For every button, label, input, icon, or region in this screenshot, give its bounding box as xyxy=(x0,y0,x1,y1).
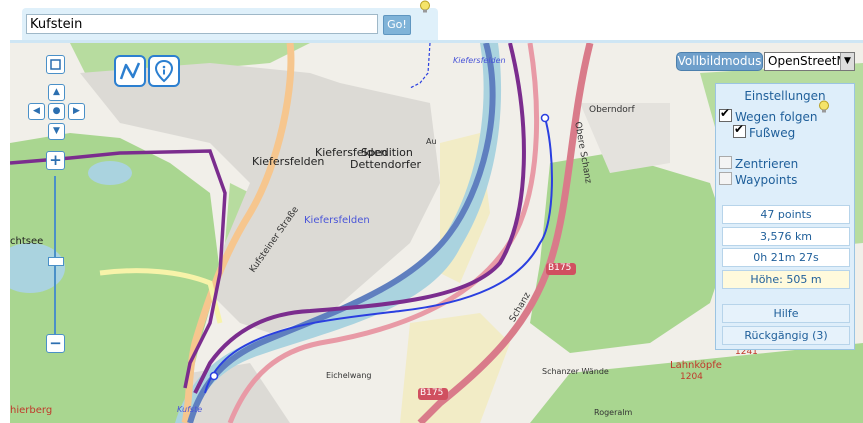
checkbox-checked[interactable]: ✔ xyxy=(719,106,732,122)
pan-left-button[interactable]: ◀ xyxy=(28,103,45,120)
option-label: Waypoints xyxy=(735,173,798,187)
pan-center-button[interactable]: ● xyxy=(48,103,65,120)
place-label: Kiefersfelden xyxy=(453,56,506,65)
lightbulb-icon[interactable] xyxy=(817,100,831,114)
zoom-extent-button[interactable] xyxy=(46,55,65,74)
zoom-out-button[interactable]: − xyxy=(46,334,65,353)
search-input[interactable] xyxy=(26,14,378,34)
height-readout: Höhe: 505 m xyxy=(722,270,850,289)
place-label: Schanzer Wände xyxy=(542,367,609,376)
zoom-slider-handle[interactable] xyxy=(48,257,64,266)
peak-label: Lahnköpfe xyxy=(670,360,722,371)
pan-down-button[interactable]: ▼ xyxy=(48,123,65,140)
place-label: chtsee xyxy=(10,236,44,247)
place-label: Kufste xyxy=(177,405,203,414)
pan-up-button[interactable]: ▲ xyxy=(48,84,65,101)
place-label: Eichelwang xyxy=(326,371,372,380)
chevron-down-icon[interactable]: ▼ xyxy=(840,53,854,70)
place-label: Au xyxy=(426,137,437,146)
draw-route-button[interactable] xyxy=(114,55,146,87)
option-footpath[interactable]: ✔ Fußweg xyxy=(733,122,796,140)
checkbox-checked[interactable]: ✔ xyxy=(733,122,746,138)
road-shield: B175 xyxy=(548,263,572,273)
points-count: 47 points xyxy=(722,205,850,224)
zoom-slider-track[interactable] xyxy=(54,176,56,334)
route-line-icon xyxy=(119,62,141,80)
route-duration: 0h 21m 27s xyxy=(722,248,850,267)
option-label: Zentrieren xyxy=(735,157,799,171)
map-view[interactable]: Kiefersfelden Kiefersfelden Kiefersfelde… xyxy=(10,40,863,423)
settings-panel: Einstellungen ✔ Wegen folgen ✔ Fußweg Zent… xyxy=(715,83,855,350)
fullscreen-mode-button[interactable]: Vollbildmodus xyxy=(676,52,763,71)
place-label: Dettendorfer xyxy=(350,158,422,171)
road-shield: B175 xyxy=(420,388,444,398)
fullscreen-icon xyxy=(50,59,61,70)
pan-right-button[interactable]: ▶ xyxy=(68,103,85,120)
zoom-in-button[interactable]: + xyxy=(46,151,65,170)
place-label: Rogeralm xyxy=(594,408,633,417)
checkbox-unchecked[interactable] xyxy=(719,172,732,185)
map-pin-icon xyxy=(154,59,174,83)
top-bar: Go! xyxy=(0,0,863,41)
place-label: Kiefersfelden xyxy=(304,215,370,226)
option-center[interactable]: Zentrieren xyxy=(719,156,798,171)
place-label: hierberg xyxy=(10,405,53,416)
map-layer-value: OpenStreetMa xyxy=(768,54,840,68)
option-waypoints[interactable]: Waypoints xyxy=(719,172,797,187)
help-button[interactable]: Hilfe xyxy=(722,304,850,323)
undo-button[interactable]: Rückgängig (3) xyxy=(722,326,850,345)
option-label: Fußweg xyxy=(749,126,796,140)
waypoint-button[interactable] xyxy=(148,55,180,87)
panel-title: Einstellungen xyxy=(744,89,826,103)
route-distance: 3,576 km xyxy=(722,227,850,246)
lightbulb-icon[interactable] xyxy=(418,0,432,14)
checkbox-unchecked[interactable] xyxy=(719,156,732,169)
place-label: Kiefersfelden xyxy=(252,155,325,168)
peak-elevation: 1204 xyxy=(680,372,703,382)
go-button[interactable]: Go! xyxy=(383,15,411,35)
option-label: Wegen folgen xyxy=(735,110,818,124)
map-layer-select[interactable]: OpenStreetMa ▼ xyxy=(764,52,855,71)
place-label: Oberndorf xyxy=(589,105,635,115)
